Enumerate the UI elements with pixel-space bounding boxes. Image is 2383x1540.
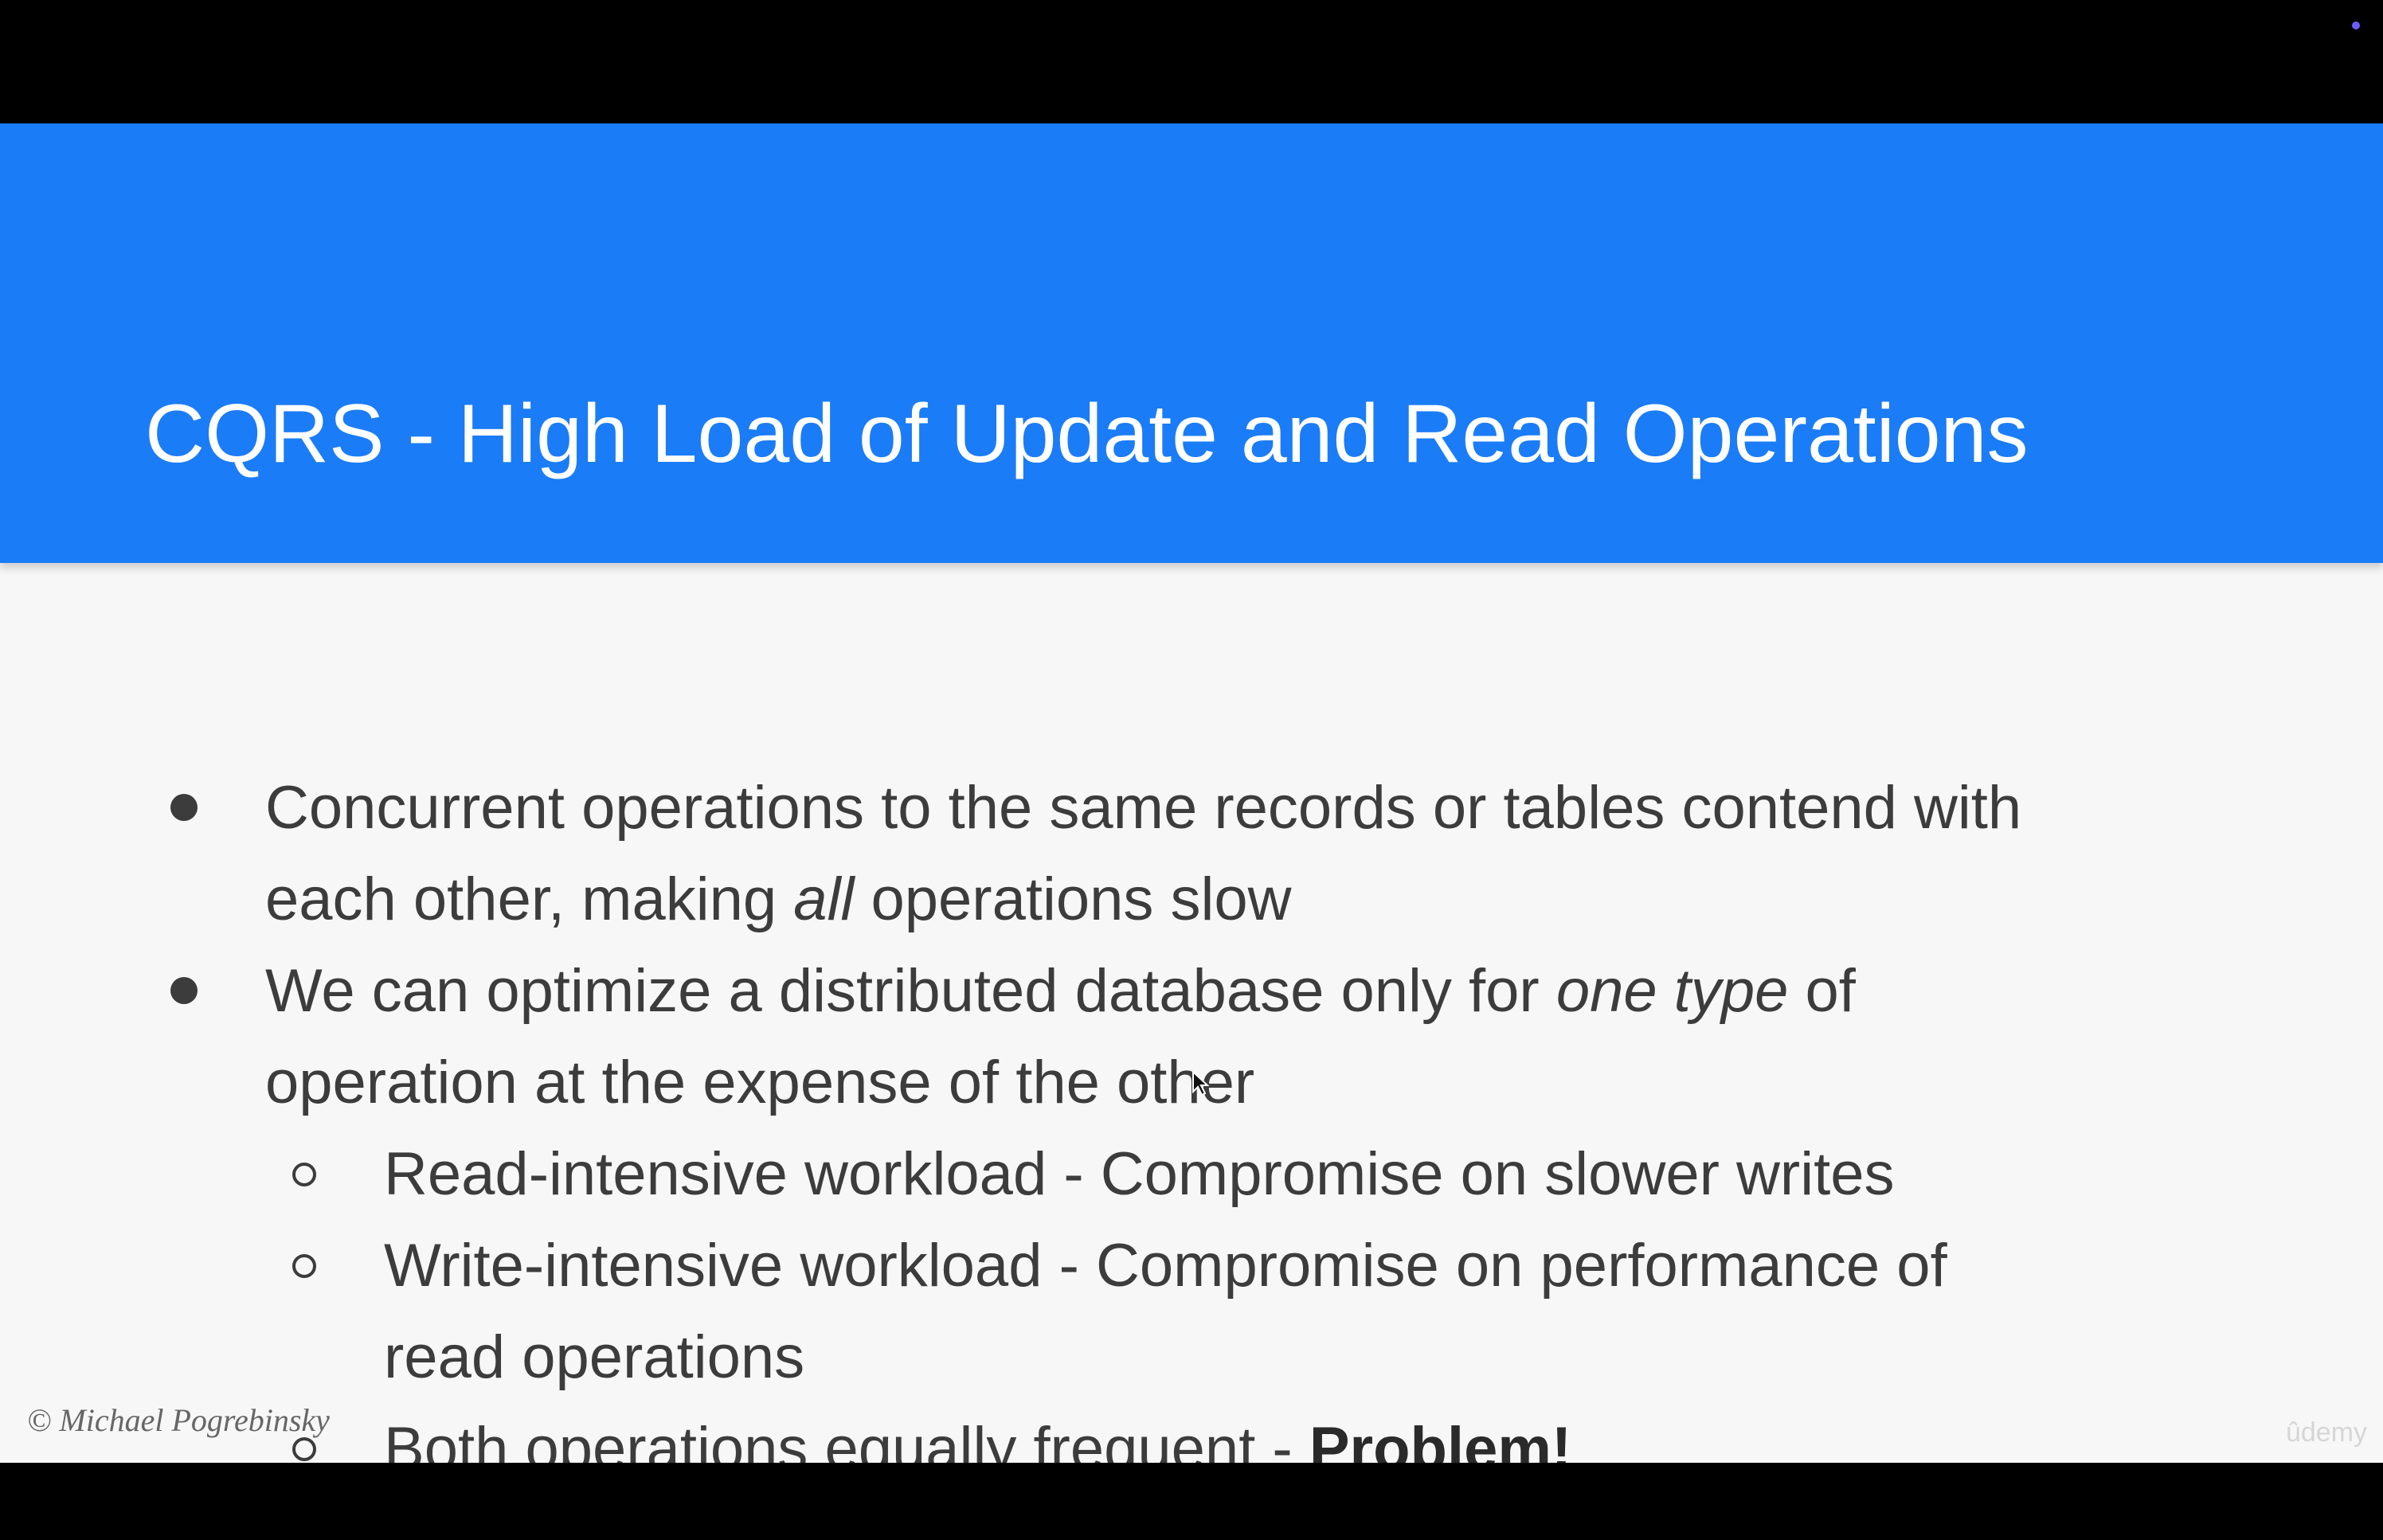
bullet-dot-icon — [170, 794, 198, 821]
video-bottom-letterbox — [0, 1463, 2383, 1540]
sub-bullet-3-strong: Problem! — [1309, 1415, 1572, 1463]
bullet-1-line-2: each other, making all operations slow — [265, 854, 1292, 945]
sub-bullet-circle-icon — [292, 1163, 316, 1186]
sub-bullet-circle-icon — [292, 1437, 316, 1461]
bullet-1-text-a: each other, making — [265, 866, 794, 933]
presentation-slide: CQRS - High Load of Update and Read Oper… — [0, 123, 2383, 1463]
udemy-watermark: ûdemy — [2285, 1417, 2367, 1448]
slide-header-band: CQRS - High Load of Update and Read Oper… — [0, 123, 2383, 563]
bullet-2-emphasis: one type — [1555, 957, 1789, 1025]
bullet-1-text-b: operations slow — [854, 866, 1292, 933]
bullet-dot-icon — [170, 977, 198, 1004]
bullet-2-line-1: We can optimize a distributed database o… — [265, 945, 1856, 1037]
sub-bullet-3-text: Both operations equally frequent - — [384, 1415, 1309, 1463]
sub-bullet-2-line-2: read operations — [384, 1323, 805, 1391]
bullet-2-line-2: operation at the expense of the other — [265, 1049, 1255, 1116]
bullet-1-emphasis: all — [793, 866, 855, 933]
video-top-letterbox — [0, 0, 2383, 123]
sub-bullet-circle-icon — [292, 1254, 316, 1278]
sub-bullet-2-line-1: Write-intensive workload - Compromise on… — [384, 1232, 1947, 1300]
bullet-2-text-a: We can optimize a distributed database o… — [265, 957, 1556, 1025]
sub-bullet-1: Read-intensive workload - Compromise on … — [384, 1140, 1895, 1208]
slide-title: CQRS - High Load of Update and Read Oper… — [145, 388, 2029, 480]
recording-indicator-dot — [2352, 21, 2360, 29]
copyright-credit: © Michael Pogrebinsky — [27, 1402, 330, 1438]
bullet-1-line-1: Concurrent operations to the same record… — [265, 774, 2022, 842]
bullet-2-text-b: of — [1788, 957, 1856, 1025]
sub-bullet-3: Both operations equally frequent - Probl… — [384, 1403, 1571, 1463]
